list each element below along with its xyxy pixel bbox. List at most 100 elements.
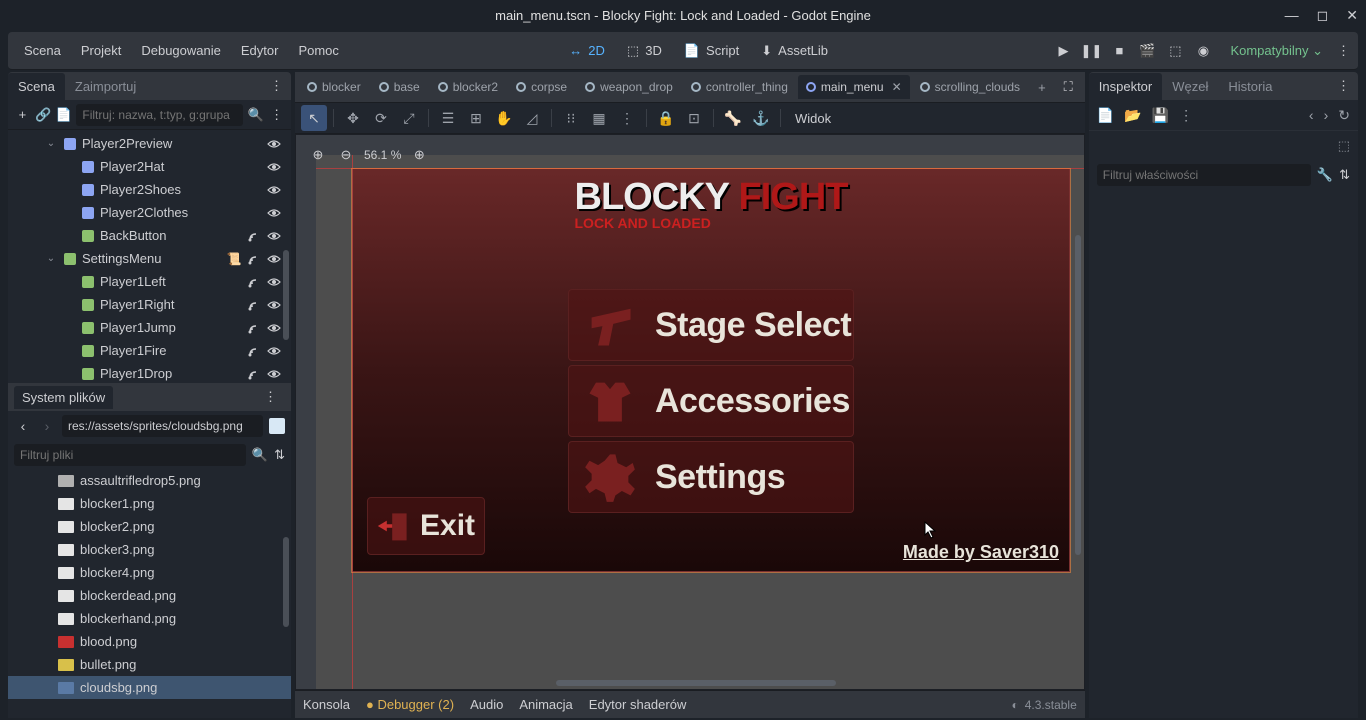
- renderer-select[interactable]: Kompatybilny ⌄: [1222, 39, 1331, 63]
- lock-icon[interactable]: 🔒: [653, 105, 679, 131]
- visibility-icon[interactable]: [267, 206, 281, 220]
- fs-more-icon[interactable]: ⋮: [256, 389, 285, 405]
- insp-load-icon[interactable]: 📂: [1124, 107, 1141, 124]
- signal-icon[interactable]: [247, 344, 261, 358]
- dock-more-icon[interactable]: ⋮: [262, 78, 291, 94]
- close-icon[interactable]: ✕: [1346, 7, 1358, 24]
- file-row[interactable]: blockerdead.png: [8, 584, 291, 607]
- tab-audio[interactable]: Audio: [470, 697, 503, 712]
- scene-tab[interactable]: base: [371, 75, 428, 99]
- grid-snap-icon[interactable]: ▦: [586, 105, 612, 131]
- signal-icon[interactable]: [247, 321, 261, 335]
- scene-tab[interactable]: scrolling_clouds: [912, 75, 1028, 99]
- scene-tab[interactable]: weapon_drop: [577, 75, 681, 99]
- stop-button[interactable]: ■: [1106, 38, 1132, 64]
- rotate-tool-icon[interactable]: ⟳: [368, 105, 394, 131]
- signal-icon[interactable]: [247, 252, 261, 266]
- file-row[interactable]: bullet.png: [8, 653, 291, 676]
- maximize-icon[interactable]: ◻: [1317, 7, 1329, 24]
- mode-assetlib[interactable]: ⬇ AssetLib: [751, 37, 838, 65]
- scene-filter-input[interactable]: [76, 104, 243, 126]
- tab-import[interactable]: Zaimportuj: [65, 73, 146, 100]
- insp-opts-icon[interactable]: ⋮: [1179, 107, 1193, 124]
- insp-obj-extra-icon[interactable]: ⬚: [1338, 138, 1350, 154]
- close-tab-icon[interactable]: ✕: [892, 80, 902, 94]
- visibility-icon[interactable]: [267, 321, 281, 335]
- visibility-icon[interactable]: [267, 160, 281, 174]
- file-row[interactable]: assaultrifledrop5.png: [8, 469, 291, 492]
- insp-hist-icon[interactable]: ↻: [1338, 107, 1350, 124]
- fs-back-icon[interactable]: ‹: [14, 418, 32, 434]
- pause-button[interactable]: ❚❚: [1078, 38, 1104, 64]
- mode-2d[interactable]: ↔ 2D: [559, 37, 615, 65]
- menu-more-icon[interactable]: ⋮: [1337, 43, 1350, 59]
- tree-row[interactable]: ⌄SettingsMenu📜: [8, 247, 291, 270]
- fs-sort-icon[interactable]: ⇅: [274, 447, 285, 463]
- fs-search-icon[interactable]: 🔍: [252, 447, 268, 463]
- play-scene-button[interactable]: 🎬: [1134, 38, 1160, 64]
- ruler-tool-icon[interactable]: ◿: [519, 105, 545, 131]
- insp-new-icon[interactable]: 📄: [1097, 107, 1114, 124]
- signal-icon[interactable]: [247, 298, 261, 312]
- tree-row[interactable]: Player1Left: [8, 270, 291, 293]
- view-menu[interactable]: Widok: [787, 107, 839, 130]
- signal-icon[interactable]: [247, 275, 261, 289]
- filesystem-title[interactable]: System plików: [14, 386, 113, 409]
- insp-save-icon[interactable]: 💾: [1152, 107, 1169, 124]
- menu-pomoc[interactable]: Pomoc: [290, 39, 346, 62]
- scrollbar-thumb[interactable]: [283, 537, 289, 627]
- minimize-icon[interactable]: —: [1285, 7, 1299, 24]
- visibility-icon[interactable]: [267, 183, 281, 197]
- visibility-icon[interactable]: [267, 367, 281, 381]
- tree-row[interactable]: Player2Clothes: [8, 201, 291, 224]
- tree-row[interactable]: BackButton: [8, 224, 291, 247]
- inspector-object-row[interactable]: ⬚: [1089, 130, 1358, 160]
- scale-tool-icon[interactable]: ⤢: [396, 105, 422, 131]
- tab-shader[interactable]: Edytor shaderów: [589, 697, 687, 712]
- smart-snap-icon[interactable]: ⊞: [463, 105, 489, 131]
- fs-filter-input[interactable]: [14, 444, 246, 466]
- search-icon[interactable]: 🔍: [247, 104, 264, 126]
- file-row[interactable]: blocker4.png: [8, 561, 291, 584]
- inspector-filter-input[interactable]: [1097, 164, 1311, 186]
- mode-3d[interactable]: ⬚ 3D: [617, 37, 672, 65]
- scene-tab[interactable]: controller_thing: [683, 75, 796, 99]
- file-row[interactable]: blockerhand.png: [8, 607, 291, 630]
- file-row[interactable]: cloudsbg.png: [8, 676, 291, 699]
- zoom-out-icon[interactable]: ⊖: [336, 145, 356, 165]
- signal-icon[interactable]: [247, 229, 261, 243]
- list-tool-icon[interactable]: ☰: [435, 105, 461, 131]
- visibility-icon[interactable]: [267, 137, 281, 151]
- file-row[interactable]: blocker2.png: [8, 515, 291, 538]
- attach-script-icon[interactable]: 📄: [56, 104, 73, 126]
- file-row[interactable]: blocker3.png: [8, 538, 291, 561]
- move-tool-icon[interactable]: ✥: [340, 105, 366, 131]
- scene-tab[interactable]: corpse: [508, 75, 575, 99]
- play-button[interactable]: ▶: [1050, 38, 1076, 64]
- menu-edytor[interactable]: Edytor: [233, 39, 287, 62]
- tab-console[interactable]: Konsola: [303, 697, 350, 712]
- viewport-scrollbar-h[interactable]: [556, 680, 836, 686]
- stage-select-button[interactable]: Stage Select: [568, 289, 854, 361]
- visibility-icon[interactable]: [267, 275, 281, 289]
- insp-fwd-icon[interactable]: ›: [1324, 107, 1329, 123]
- tree-row[interactable]: Player1Jump: [8, 316, 291, 339]
- visibility-icon[interactable]: [267, 344, 281, 358]
- fs-fwd-icon[interactable]: ›: [38, 418, 56, 434]
- tab-node[interactable]: Węzeł: [1162, 73, 1218, 100]
- distraction-free-icon[interactable]: ⛶: [1056, 75, 1081, 99]
- insp-more-icon[interactable]: ⋮: [1329, 78, 1358, 94]
- scene-more-icon[interactable]: ⋮: [268, 104, 285, 126]
- accessories-button[interactable]: Accessories: [568, 365, 854, 437]
- insp-filter-sort-icon[interactable]: ⇅: [1339, 167, 1350, 183]
- settings-button[interactable]: Settings: [568, 441, 854, 513]
- bone-icon[interactable]: 🦴: [720, 105, 746, 131]
- tree-row[interactable]: Player1Drop: [8, 362, 291, 383]
- scene-tree[interactable]: ⌄Player2PreviewPlayer2HatPlayer2ShoesPla…: [8, 130, 291, 383]
- signal-icon[interactable]: [247, 367, 261, 381]
- group-icon[interactable]: ⊡: [681, 105, 707, 131]
- fs-path-input[interactable]: [62, 415, 263, 437]
- tab-animacja[interactable]: Animacja: [519, 697, 572, 712]
- menu-scena[interactable]: Scena: [16, 39, 69, 62]
- zoom-value[interactable]: 56.1 %: [364, 148, 401, 162]
